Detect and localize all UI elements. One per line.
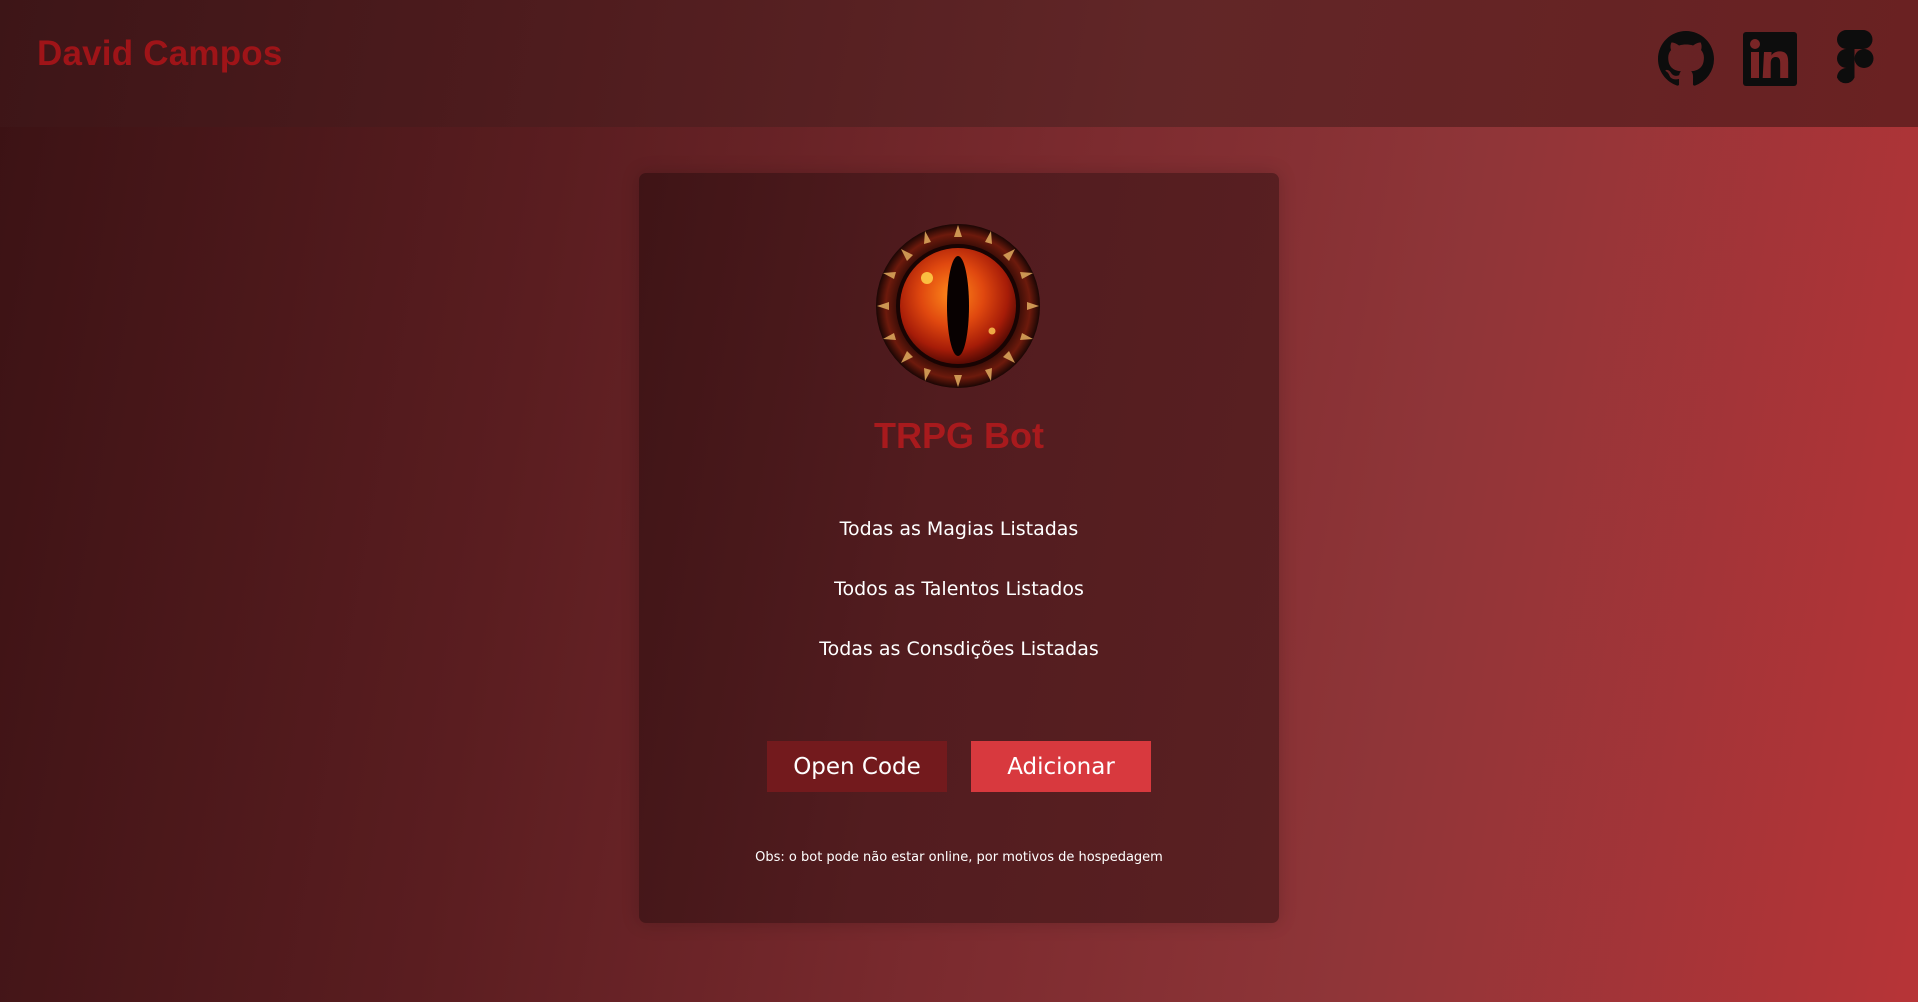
feature-conditions: Todas as Consdições Listadas — [819, 638, 1099, 660]
bot-card: TRPG Bot Todas as Magias Listadas Todos … — [639, 173, 1279, 923]
feature-spells: Todas as Magias Listadas — [839, 518, 1079, 540]
feature-talents: Todos as Talentos Listados — [834, 578, 1084, 600]
figma-link[interactable] — [1826, 30, 1884, 88]
github-icon — [1658, 31, 1714, 86]
linkedin-link[interactable] — [1741, 30, 1799, 88]
linkedin-icon — [1743, 32, 1797, 86]
add-bot-button[interactable]: Adicionar — [971, 741, 1151, 792]
brand-name[interactable]: David Campos — [37, 34, 283, 74]
hosting-note: Obs: o bot pode não estar online, por mo… — [755, 850, 1163, 865]
open-code-button[interactable]: Open Code — [767, 741, 947, 792]
dragon-eye-icon — [876, 224, 1040, 388]
top-header: David Campos — [0, 0, 1918, 127]
figma-icon — [1837, 30, 1874, 84]
github-link[interactable] — [1657, 30, 1715, 88]
bot-title: TRPG Bot — [874, 415, 1044, 456]
